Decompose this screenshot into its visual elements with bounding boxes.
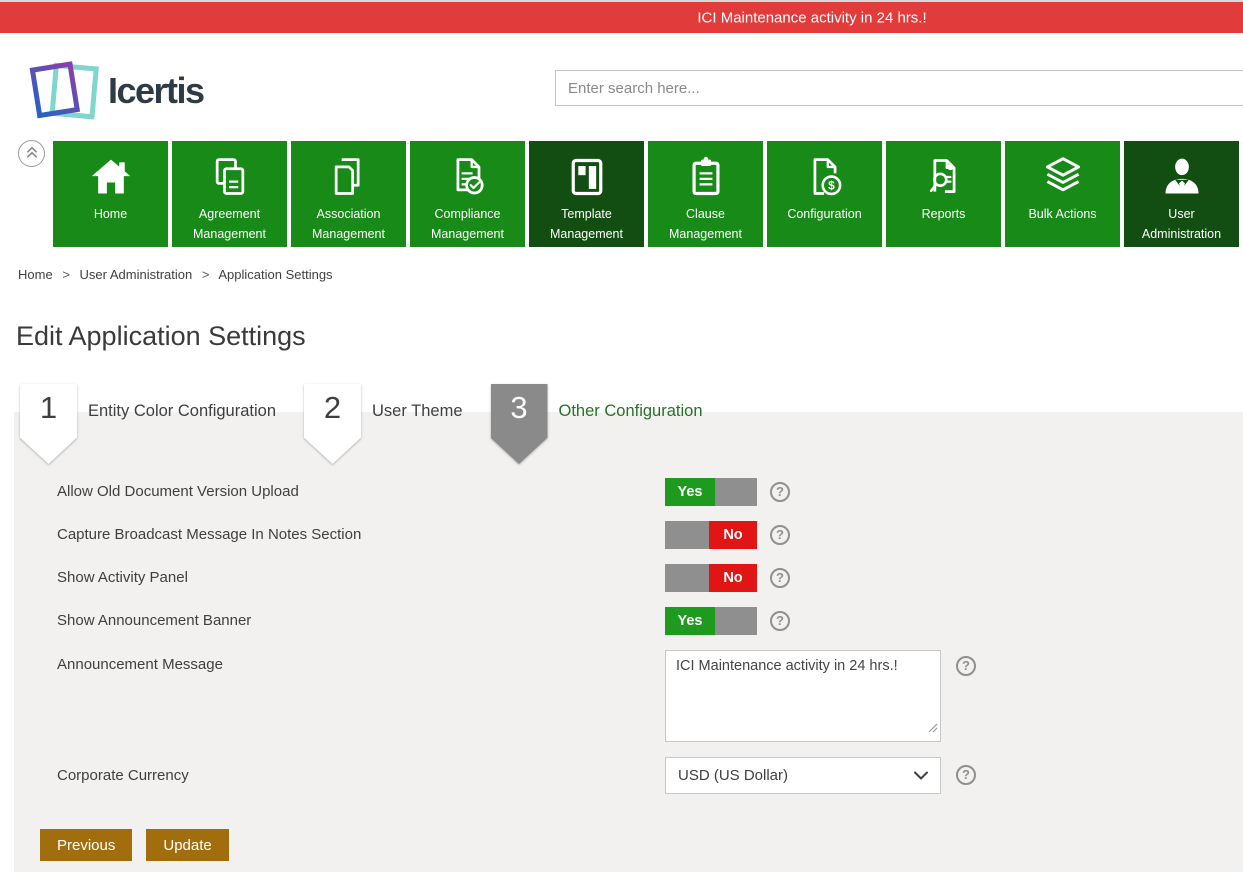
nav-tile-label: Home bbox=[90, 204, 131, 224]
field-capture-broadcast-message: Capture Broadcast Message In Notes Secti… bbox=[57, 521, 1243, 549]
nav-tile-label: Template Management bbox=[529, 204, 644, 244]
toggle-knob: Yes bbox=[665, 478, 715, 506]
tab-other-configuration[interactable]: 3 Other Configuration bbox=[491, 384, 731, 438]
field-label: Corporate Currency bbox=[57, 757, 665, 794]
field-show-announcement-banner: Show Announcement Banner Yes ? bbox=[57, 607, 1243, 635]
field-show-activity-panel: Show Activity Panel No ? bbox=[57, 564, 1243, 592]
nav-tile-clause-management[interactable]: Clause Management bbox=[648, 141, 763, 247]
home-icon bbox=[88, 141, 134, 199]
nav-tile-label: Association Management bbox=[291, 204, 406, 244]
nav-tile-home[interactable]: Home bbox=[53, 141, 168, 247]
toggle-knob: No bbox=[709, 564, 757, 592]
announcement-message-textarea[interactable]: ICI Maintenance activity in 24 hrs.! bbox=[665, 650, 941, 742]
icertis-logo[interactable]: Icertis bbox=[26, 55, 204, 126]
field-allow-old-document-version-upload: Allow Old Document Version Upload Yes ? bbox=[57, 478, 1243, 506]
tab-entity-color-configuration[interactable]: 1 Entity Color Configuration bbox=[20, 384, 304, 438]
help-icon[interactable]: ? bbox=[770, 568, 790, 588]
breadcrumb-separator: > bbox=[202, 267, 210, 282]
nav-tile-label: Agreement Management bbox=[172, 204, 287, 244]
announcement-message-wrap: ICI Maintenance activity in 24 hrs.! bbox=[665, 650, 941, 742]
agreement-icon bbox=[207, 141, 253, 199]
tab-badge: 3 bbox=[491, 384, 548, 464]
announcement-banner: ICI Maintenance activity in 24 hrs.! bbox=[0, 2, 1243, 33]
reports-icon bbox=[921, 141, 967, 199]
tab-user-theme[interactable]: 2 User Theme bbox=[304, 384, 490, 438]
page-title: Edit Application Settings bbox=[16, 318, 1243, 354]
nav-tile-association-management[interactable]: Association Management bbox=[291, 141, 406, 247]
bulk-actions-icon bbox=[1040, 141, 1086, 199]
tab-number: 1 bbox=[20, 384, 77, 464]
field-label: Show Announcement Banner bbox=[57, 607, 665, 635]
nav-tile-label: User Administration bbox=[1124, 204, 1239, 244]
nav-tile-label: Clause Management bbox=[648, 204, 763, 244]
nav-tile-agreement-management[interactable]: Agreement Management bbox=[172, 141, 287, 247]
nav-tile-configuration[interactable]: $ Configuration bbox=[767, 141, 882, 247]
compliance-icon bbox=[445, 141, 491, 199]
icertis-logo-text: Icertis bbox=[108, 70, 204, 112]
clause-icon bbox=[683, 141, 729, 199]
tab-badge: 1 bbox=[20, 384, 77, 464]
nav-tile-user-administration[interactable]: User Administration bbox=[1124, 141, 1239, 247]
help-icon[interactable]: ? bbox=[770, 611, 790, 631]
nav-tile-template-management[interactable]: Template Management bbox=[529, 141, 644, 247]
main-navigation: Home Agreement Management Association Ma… bbox=[0, 141, 1243, 247]
help-icon[interactable]: ? bbox=[956, 765, 976, 785]
breadcrumb-user-administration[interactable]: User Administration bbox=[80, 267, 193, 282]
breadcrumb-application-settings: Application Settings bbox=[218, 267, 332, 282]
search-input[interactable] bbox=[555, 70, 1243, 106]
user-administration-icon bbox=[1159, 141, 1205, 199]
template-icon bbox=[564, 141, 610, 199]
tab-label: User Theme bbox=[372, 384, 462, 438]
update-button[interactable]: Update bbox=[146, 829, 228, 861]
tab-number: 2 bbox=[304, 384, 361, 464]
field-label: Show Activity Panel bbox=[57, 564, 665, 592]
nav-tile-bulk-actions[interactable]: Bulk Actions bbox=[1005, 141, 1120, 247]
configuration-icon: $ bbox=[802, 141, 848, 199]
app-header: Icertis bbox=[0, 33, 1243, 141]
field-label: Allow Old Document Version Upload bbox=[57, 478, 665, 506]
toggle-show-activity-panel[interactable]: No bbox=[665, 564, 757, 592]
double-chevron-up-icon bbox=[22, 141, 42, 166]
field-label: Announcement Message bbox=[57, 650, 665, 742]
help-icon[interactable]: ? bbox=[770, 482, 790, 502]
chevron-down-icon bbox=[914, 767, 928, 784]
other-configuration-panel: Allow Old Document Version Upload Yes ? … bbox=[14, 412, 1243, 872]
nav-tile-label: Reports bbox=[918, 204, 970, 224]
form-actions: Previous Update bbox=[40, 829, 1243, 861]
resize-handle-icon[interactable] bbox=[928, 720, 938, 738]
nav-tile-reports[interactable]: Reports bbox=[886, 141, 1001, 247]
field-corporate-currency: Corporate Currency USD (US Dollar) ? bbox=[57, 757, 1243, 794]
association-icon bbox=[326, 141, 372, 199]
nav-tile-label: Configuration bbox=[783, 204, 865, 224]
selected-currency: USD (US Dollar) bbox=[678, 767, 788, 784]
nav-tile-label: Bulk Actions bbox=[1024, 204, 1100, 224]
field-announcement-message: Announcement Message ICI Maintenance act… bbox=[57, 650, 1243, 742]
toggle-knob: Yes bbox=[665, 607, 715, 635]
collapse-menu-button[interactable] bbox=[18, 140, 45, 167]
toggle-knob: No bbox=[709, 521, 757, 549]
breadcrumb: Home > User Administration > Application… bbox=[18, 267, 1243, 282]
breadcrumb-home[interactable]: Home bbox=[18, 267, 53, 282]
announcement-banner-text: ICI Maintenance activity in 24 hrs.! bbox=[697, 9, 926, 26]
tab-label: Entity Color Configuration bbox=[88, 384, 276, 438]
nav-tile-label: Compliance Management bbox=[410, 204, 525, 244]
toggle-capture-broadcast-message[interactable]: No bbox=[665, 521, 757, 549]
icertis-logo-mark-icon bbox=[26, 55, 104, 126]
tab-label: Other Configuration bbox=[559, 384, 703, 438]
corporate-currency-select[interactable]: USD (US Dollar) bbox=[665, 757, 941, 794]
svg-text:$: $ bbox=[828, 178, 835, 192]
tab-badge: 2 bbox=[304, 384, 361, 464]
toggle-allow-old-document-version-upload[interactable]: Yes bbox=[665, 478, 757, 506]
help-icon[interactable]: ? bbox=[956, 656, 976, 676]
toggle-show-announcement-banner[interactable]: Yes bbox=[665, 607, 757, 635]
help-icon[interactable]: ? bbox=[770, 525, 790, 545]
tab-number: 3 bbox=[491, 384, 548, 464]
previous-button[interactable]: Previous bbox=[40, 829, 132, 861]
nav-tiles: Home Agreement Management Association Ma… bbox=[53, 141, 1243, 247]
wizard-tabs: 1 Entity Color Configuration 2 User Them… bbox=[0, 384, 1243, 438]
field-label: Capture Broadcast Message In Notes Secti… bbox=[57, 521, 665, 549]
nav-tile-compliance-management[interactable]: Compliance Management bbox=[410, 141, 525, 247]
breadcrumb-separator: > bbox=[62, 267, 70, 282]
